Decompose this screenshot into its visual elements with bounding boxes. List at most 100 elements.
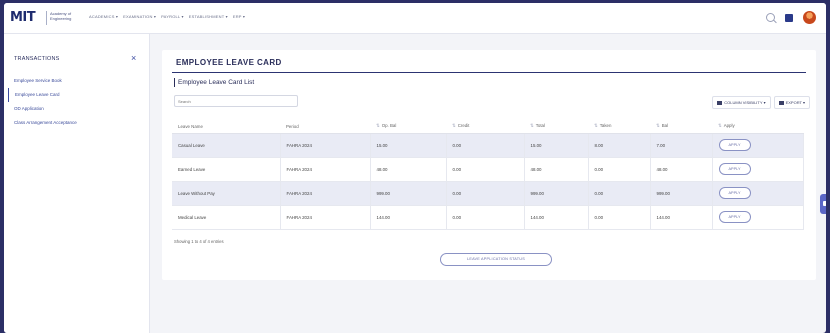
close-icon[interactable]: × <box>131 54 136 63</box>
column-header-taken[interactable]: ⇅ Taken <box>588 120 650 134</box>
apply-button[interactable]: APPLY <box>718 211 751 223</box>
cell-total: 144.00 <box>524 205 589 230</box>
leave-card-panel: EMPLOYEE LEAVE CARD Employee Leave Card … <box>162 50 816 280</box>
sort-icon: ⇅ <box>452 123 456 129</box>
cell-apply: APPLY <box>712 133 804 158</box>
cell-op-bal: 144.00 <box>370 205 447 230</box>
column-visibility-label: COLUMN VISIBILITY ▾ <box>724 100 766 105</box>
cell-period: FAHRA 2024 <box>280 181 371 206</box>
sidebar-menu: Employee Service Book Employee Leave Car… <box>8 74 146 130</box>
column-header-bal[interactable]: ⇅ Bal <box>650 120 712 134</box>
nav-erp[interactable]: ERP ▾ <box>233 14 245 19</box>
column-header-leave-name[interactable]: Leave Name <box>172 120 280 134</box>
logo-subtitle: Academy of Engineering <box>46 11 80 25</box>
table-tools: COLUMN VISIBILITY ▾ EXPORT ▾ <box>712 96 810 109</box>
column-label: Credit <box>457 123 470 129</box>
cell-period: FAHRA 2024 <box>280 157 371 182</box>
column-visibility-icon <box>717 100 723 105</box>
cell-total: 15.00 <box>524 133 589 158</box>
cell-period: FAHRA 2024 <box>280 133 371 158</box>
nav-academics[interactable]: ACADEMICS ▾ <box>89 14 118 19</box>
column-header-apply[interactable]: ⇅ Apply <box>712 120 804 134</box>
title-divider <box>172 72 806 73</box>
cell-op-bal: 999.00 <box>370 181 447 206</box>
sidebar-title: TRANSACTIONS <box>14 56 60 62</box>
sort-icon: ⇅ <box>656 123 660 129</box>
column-label: Period <box>286 123 299 129</box>
column-visibility-button[interactable]: COLUMN VISIBILITY ▾ <box>712 96 771 109</box>
cell-bal: 48.00 <box>650 157 713 182</box>
sidebar-item-od-application[interactable]: OD Application <box>8 102 146 116</box>
sort-icon: ⇅ <box>594 123 598 129</box>
table-row: Casual Leave FAHRA 2024 15.00 0.00 15.00… <box>172 133 804 158</box>
top-bar: MIT Academy of Engineering ACADEMICS ▾ E… <box>4 3 826 34</box>
apply-button[interactable]: APPLY <box>718 187 751 199</box>
sidebar-item-leave-card[interactable]: Employee Leave Card <box>8 88 146 102</box>
nav-establishment[interactable]: ESTABLISHMENT ▾ <box>189 14 228 19</box>
column-label: Apply <box>723 123 735 129</box>
sidebar-item-class-arrangement[interactable]: Class Arrangement Acceptance <box>8 116 146 130</box>
table-row: Medical Leave FAHRA 2024 144.00 0.00 144… <box>172 205 804 230</box>
top-icons <box>766 11 816 24</box>
leave-application-status-button[interactable]: LEAVE APPLICATION STATUS <box>440 253 552 266</box>
page-title: EMPLOYEE LEAVE CARD <box>176 58 282 67</box>
cell-taken: 8.00 <box>588 133 651 158</box>
nav-payroll[interactable]: PAYROLL ▾ <box>161 14 184 19</box>
search-icon[interactable] <box>766 13 775 22</box>
section-title: Employee Leave Card List <box>174 78 254 87</box>
cell-credit: 0.00 <box>446 181 525 206</box>
column-header-op-bal[interactable]: ⇅ Op. Bal <box>370 120 446 134</box>
table-row: Leave Without Pay FAHRA 2024 999.00 0.00… <box>172 181 804 206</box>
cell-bal: 7.00 <box>650 133 713 158</box>
column-label: Leave Name <box>178 123 203 129</box>
cell-bal: 144.00 <box>650 205 713 230</box>
sidebar: TRANSACTIONS × Employee Service Book Emp… <box>4 34 150 333</box>
cell-apply: APPLY <box>712 181 804 206</box>
cell-credit: 0.00 <box>446 205 525 230</box>
cell-credit: 0.00 <box>446 157 525 182</box>
apply-button[interactable]: APPLY <box>718 163 751 175</box>
column-label: Total <box>535 123 545 129</box>
export-label: EXPORT ▾ <box>785 100 805 105</box>
apply-button[interactable]: APPLY <box>718 139 751 151</box>
column-header-period[interactable]: Period <box>280 120 370 134</box>
column-header-total[interactable]: ⇅ Total <box>524 120 588 134</box>
top-nav: ACADEMICS ▾ EXAMINATION ▾ PAYROLL ▾ ESTA… <box>89 14 245 19</box>
cell-leave-name: Casual Leave <box>172 133 281 158</box>
export-button[interactable]: EXPORT ▾ <box>773 96 810 109</box>
sort-icon: ⇅ <box>718 123 722 129</box>
cell-op-bal: 15.00 <box>370 133 447 158</box>
table-info: Showing 1 to 4 of 4 entries <box>174 239 224 244</box>
cell-total: 48.00 <box>524 157 589 182</box>
user-avatar[interactable] <box>803 11 816 24</box>
cell-taken: 0.00 <box>588 205 651 230</box>
cell-leave-name: Earned Leave <box>172 157 281 182</box>
cell-apply: APPLY <box>712 157 804 182</box>
sort-icon: ⇅ <box>530 123 534 129</box>
cell-op-bal: 48.00 <box>370 157 447 182</box>
column-label: Bal <box>661 123 669 129</box>
sidebar-item-service-book[interactable]: Employee Service Book <box>8 74 146 88</box>
cell-leave-name: Medical Leave <box>172 205 281 230</box>
sort-icon: ⇅ <box>376 123 380 129</box>
cell-leave-name: Leave Without Pay <box>172 181 281 206</box>
cell-total: 999.00 <box>524 181 589 206</box>
cell-apply: APPLY <box>712 205 804 230</box>
cell-period: FAHRA 2024 <box>280 205 371 230</box>
cell-bal: 999.00 <box>650 181 713 206</box>
column-label: Taken <box>599 123 612 129</box>
app-window: MIT Academy of Engineering ACADEMICS ▾ E… <box>4 3 826 333</box>
search-input[interactable] <box>174 95 298 107</box>
column-header-credit[interactable]: ⇅ Credit <box>446 120 524 134</box>
nav-examination[interactable]: EXAMINATION ▾ <box>123 14 156 19</box>
cell-credit: 0.00 <box>446 133 525 158</box>
column-label: Op. Bal <box>381 123 397 129</box>
table-header: Leave Name Period ⇅ Op. Bal ⇅ Credit ⇅ Tota… <box>172 120 804 134</box>
side-tab-icon[interactable] <box>820 194 826 214</box>
table-row: Earned Leave FAHRA 2024 48.00 0.00 48.00… <box>172 157 804 182</box>
logo: MIT <box>10 10 36 25</box>
apps-icon[interactable] <box>785 13 793 22</box>
cell-taken: 0.00 <box>588 157 651 182</box>
cell-taken: 0.00 <box>588 181 651 206</box>
leave-table: Leave Name Period ⇅ Op. Bal ⇅ Credit ⇅ Tota… <box>172 120 804 230</box>
